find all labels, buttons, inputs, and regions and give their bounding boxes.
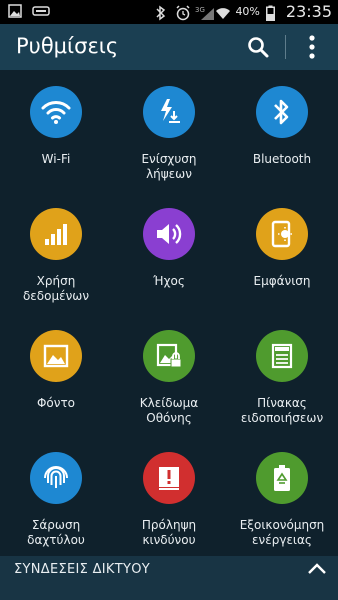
data-usage-icon (45, 224, 67, 245)
divider (285, 35, 286, 59)
tile-emergency[interactable]: Πρόληψη κινδύνου (113, 436, 225, 556)
tile-fingerprint[interactable]: Σάρωση δαχτύλου (0, 436, 112, 556)
tile-label: Σάρωση δαχτύλου (27, 518, 85, 547)
bluetooth-icon (274, 99, 289, 125)
tile-icon-circle (256, 208, 308, 260)
tile-icon-circle (256, 452, 308, 504)
tile-label: Πίνακας ειδοποιήσεων (240, 396, 324, 425)
svg-text:3G: 3G (195, 6, 205, 14)
network-connections-header[interactable]: ΣΥΝΔΕΣΕΙΣ ΔΙΚΤΥΟΥ (0, 556, 338, 600)
more-vertical-icon (309, 35, 315, 59)
display-icon (271, 220, 292, 248)
tile-icon-circle (256, 86, 308, 138)
bluetooth-status-icon (155, 5, 169, 20)
status-bar: 3G 40% 23:35 (0, 0, 338, 24)
settings-grid: Wi-Fi Ενίσχυση λήψεων Bluetooth Χρήση δε… (0, 70, 338, 556)
tile-label: Πρόληψη κινδύνου (141, 518, 197, 547)
tile-lock-screen[interactable]: Κλείδωμα Οθόνης (113, 314, 225, 434)
download-booster-icon (161, 99, 180, 123)
tile-label: Ήχος (153, 274, 185, 288)
search-button[interactable] (246, 35, 270, 59)
tile-icon-circle (143, 452, 195, 504)
wallpaper-icon (43, 344, 69, 368)
tile-sound[interactable]: Ήχος (113, 192, 225, 312)
clock: 23:35 (285, 2, 332, 21)
search-icon (248, 37, 269, 58)
wifi-icon (41, 101, 71, 124)
tile-wallpaper[interactable]: Φόντο (0, 314, 112, 434)
tile-icon-circle (143, 330, 195, 382)
tile-label: Κλείδωμα Οθόνης (139, 396, 199, 425)
app-bar: Ρυθμίσεις (0, 24, 338, 70)
tile-icon-circle (30, 452, 82, 504)
lock-screen-icon (156, 343, 182, 368)
tile-download-booster[interactable]: Ενίσχυση λήψεων (113, 70, 225, 190)
tile-icon-circle (30, 86, 82, 138)
tile-label: Χρήση δεδομένων (22, 274, 90, 303)
fingerprint-icon (44, 466, 68, 488)
page-title: Ρυθμίσεις (16, 34, 119, 58)
tile-icon-circle (256, 330, 308, 382)
tile-data-usage[interactable]: Χρήση δεδομένων (0, 192, 112, 312)
section-label: ΣΥΝΔΕΣΕΙΣ ΔΙΚΤΥΟΥ (14, 562, 151, 577)
tile-label: Φόντο (36, 396, 76, 410)
usb-notification-icon (32, 4, 50, 18)
battery-icon (265, 5, 280, 21)
tile-icon-circle (143, 208, 195, 260)
tile-icon-circle (30, 208, 82, 260)
notification-panel-icon (271, 343, 293, 369)
wifi-status-icon (215, 5, 231, 19)
gallery-notification-icon (8, 4, 22, 18)
tile-label: Ενίσχυση λήψεων (141, 152, 197, 181)
tile-label: Bluetooth (252, 152, 312, 166)
tile-notification-panel[interactable]: Πίνακας ειδοποιήσεων (226, 314, 338, 434)
tile-icon-circle (30, 330, 82, 382)
mobile-signal-icon: 3G (195, 5, 215, 20)
battery-percentage: 40% (235, 5, 260, 18)
tile-icon-circle (143, 86, 195, 138)
chevron-up-icon[interactable] (306, 560, 328, 578)
more-options-button[interactable] (300, 33, 324, 61)
tile-label: Εμφάνιση (253, 274, 311, 288)
tile-power-saving[interactable]: Εξοικονόμηση ενέργειας (226, 436, 338, 556)
sound-icon (157, 224, 182, 244)
emergency-icon (159, 467, 179, 490)
tile-label: Wi-Fi (41, 152, 71, 166)
alarm-icon (175, 4, 190, 20)
power-saving-icon (274, 465, 290, 491)
tile-wifi[interactable]: Wi-Fi (0, 70, 112, 190)
tile-display[interactable]: Εμφάνιση (226, 192, 338, 312)
tile-label: Εξοικονόμηση ενέργειας (239, 518, 325, 547)
tile-bluetooth[interactable]: Bluetooth (226, 70, 338, 190)
